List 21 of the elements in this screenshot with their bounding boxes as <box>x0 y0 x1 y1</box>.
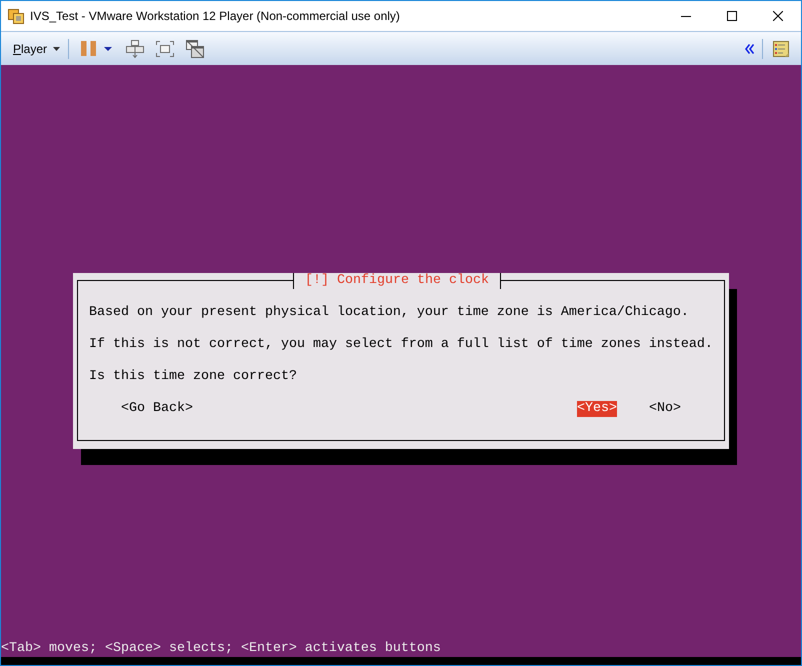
caret-icon <box>104 46 112 50</box>
caret-icon <box>53 46 60 50</box>
player-menu[interactable]: Player <box>8 36 66 60</box>
boxes-arrow-icon <box>126 40 144 58</box>
dialog-button[interactable]: <Yes> <box>577 401 617 417</box>
dialog-text: Is this time zone correct? <box>89 369 298 385</box>
dialog-button[interactable]: <No> <box>649 401 681 417</box>
fullscreen-icon <box>156 40 174 56</box>
close-icon <box>773 11 783 21</box>
window-title: IVS_Test - VMware Workstation 12 Player (Non-commercial use only) <box>30 9 400 23</box>
dialog-text: Based on your present physical location, your time zone is America/Chicago. <box>89 305 690 321</box>
windows-crossed-icon <box>186 40 204 58</box>
maximize-icon <box>727 11 737 21</box>
double-chevron-icon <box>745 44 754 54</box>
app-icon <box>8 8 24 24</box>
dialog-text: If this is not correct, you may select from a full list of time zones instead. <box>89 337 713 353</box>
pause-icon <box>81 41 96 56</box>
status-line: <Tab> moves; <Space> selects; <Enter> activates buttons <box>1 641 442 657</box>
dialog-button[interactable]: <Go Back> <box>121 401 193 417</box>
dialog-title: [!] Configure the clock <box>293 273 501 289</box>
note-icon <box>773 40 789 56</box>
